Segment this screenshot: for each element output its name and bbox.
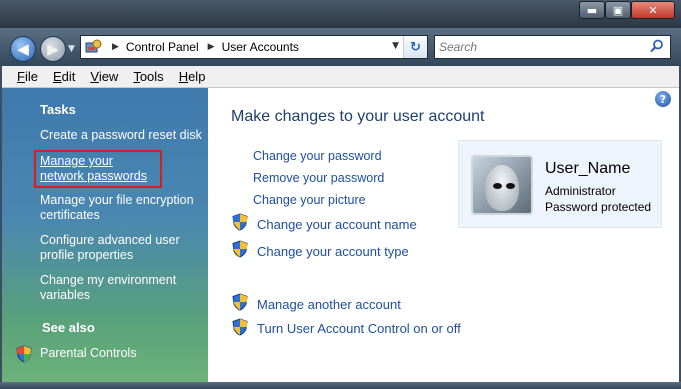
- back-button[interactable]: ◀: [10, 36, 36, 62]
- tasks-heading: Tasks: [40, 102, 76, 117]
- menu-tools[interactable]: Tools: [133, 69, 163, 84]
- help-icon[interactable]: ?: [655, 91, 671, 107]
- minimize-button[interactable]: ▬: [579, 1, 605, 19]
- task-configure-advanced-user-profile[interactable]: Configure advanced user profile properti…: [40, 233, 202, 263]
- task-create-password-reset-disk[interactable]: Create a password reset disk: [40, 128, 202, 143]
- link-remove-password[interactable]: Remove your password: [253, 171, 384, 185]
- recent-pages-dropdown-icon[interactable]: ▼: [68, 44, 75, 54]
- breadcrumb-control-panel[interactable]: Control Panel: [126, 40, 199, 54]
- forward-button[interactable]: ▶: [40, 36, 66, 62]
- search-icon[interactable]: [650, 39, 664, 57]
- link-turn-uac-on-off[interactable]: Turn User Account Control on or off: [257, 321, 461, 336]
- window-border: [0, 382, 681, 389]
- link-change-account-type[interactable]: Change your account type: [257, 244, 409, 259]
- task-change-environment-variables[interactable]: Change my environment variables: [40, 273, 202, 303]
- user-password-status: Password protected: [545, 200, 652, 214]
- parental-controls-shield-icon: [16, 345, 32, 363]
- task-manage-network-passwords[interactable]: Manage your network passwords: [34, 150, 162, 188]
- window-controls: ▬ ▣ ✕: [579, 1, 675, 19]
- search-box[interactable]: [434, 35, 671, 59]
- uac-shield-icon: [232, 240, 248, 258]
- page-title: Make changes to your user account: [231, 108, 485, 125]
- uac-shield-icon: [232, 293, 248, 311]
- task-manage-file-encryption-certificates[interactable]: Manage your file encryption certificates: [40, 193, 202, 223]
- link-change-password[interactable]: Change your password: [253, 149, 382, 163]
- title-bar: ▬ ▣ ✕: [0, 0, 681, 28]
- menu-help[interactable]: Help: [179, 69, 206, 84]
- menu-file[interactable]: File: [17, 69, 38, 84]
- link-change-account-name[interactable]: Change your account name: [257, 217, 417, 232]
- uac-shield-icon: [232, 318, 248, 336]
- refresh-button[interactable]: ↻: [403, 36, 427, 58]
- breadcrumb-separator-icon[interactable]: ▶: [112, 42, 119, 52]
- task-pane: Tasks Create a password reset disk Manag…: [2, 88, 208, 382]
- user-name: User_Name: [545, 160, 631, 177]
- close-button[interactable]: ✕: [631, 1, 675, 19]
- maximize-button[interactable]: ▣: [605, 1, 631, 19]
- menu-view[interactable]: View: [90, 69, 118, 84]
- menu-bar: File Edit View Tools Help: [2, 66, 679, 88]
- search-input[interactable]: [439, 37, 639, 57]
- uac-shield-icon: [232, 213, 248, 231]
- breadcrumb-user-accounts[interactable]: User Accounts: [222, 40, 299, 54]
- user-role: Administrator: [545, 184, 616, 198]
- see-also-parental-controls[interactable]: Parental Controls: [40, 346, 202, 361]
- breadcrumb-separator-icon[interactable]: ▶: [208, 42, 215, 52]
- see-also-heading: See also: [42, 320, 95, 335]
- control-panel-icon: [85, 39, 103, 55]
- navigation-bar: ◀ ▶ ▼ ▶ Control Panel ▶ User Accounts ▼ …: [0, 28, 681, 66]
- link-change-picture[interactable]: Change your picture: [253, 193, 366, 207]
- menu-edit[interactable]: Edit: [53, 69, 75, 84]
- user-avatar[interactable]: [471, 155, 533, 215]
- user-account-card: User_Name Administrator Password protect…: [458, 140, 662, 228]
- address-bar[interactable]: ▶ Control Panel ▶ User Accounts ▼ ↻: [80, 35, 428, 59]
- main-content: ? Make changes to your user account Chan…: [208, 88, 679, 382]
- link-manage-another-account[interactable]: Manage another account: [257, 297, 401, 312]
- alien-picture-icon: [485, 165, 519, 211]
- address-dropdown-icon[interactable]: ▼: [392, 41, 399, 51]
